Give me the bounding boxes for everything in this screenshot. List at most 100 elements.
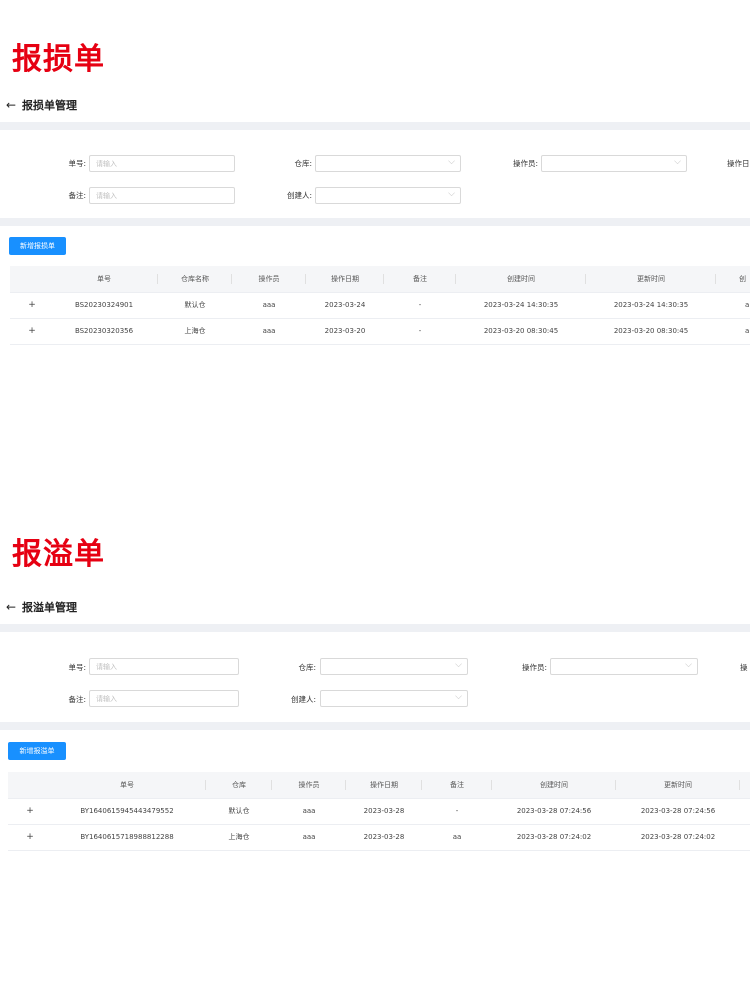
column-header: 更新时间 [586,266,716,292]
cell-operator: aaa [302,833,316,841]
column-header: 仓库名称 [158,266,232,292]
plus-icon[interactable]: + [20,798,40,824]
cell-remark: aa [452,833,462,841]
add-loss-order-button[interactable]: 新增报损单 [9,237,66,255]
cell-created-at: 2023-03-28 07:24:56 [516,807,592,815]
cell-warehouse: 上海仓 [228,833,250,841]
chevron-down-icon: ⌵ [455,660,462,670]
column-header: 单号 [50,266,158,292]
remark-input[interactable]: 请输入 [89,187,235,204]
cell-operation-date: 2023-03-20 [324,327,366,335]
order-no-placeholder: 请输入 [96,663,117,671]
creator-label: 创建人: [286,191,312,200]
page-header: ← 报损单管理 [6,97,77,113]
order-no-input[interactable]: 请输入 [89,658,239,675]
cell-operation-date: 2023-03-28 [363,807,405,815]
warehouse-label: 仓库: [294,159,312,168]
column-header: 操作员 [272,772,346,798]
section-title-baoyi: 报溢单 [12,537,105,572]
column-header: 创 [739,275,746,283]
back-arrow-icon[interactable]: ← [6,600,22,614]
warehouse-select[interactable]: ⌵ [315,155,461,172]
column-header: 更新时间 [616,772,740,798]
creator-select[interactable]: ⌵ [315,187,461,204]
order-no-input[interactable]: 请输入 [89,155,235,172]
page-title: 报损单管理 [22,99,77,112]
chevron-down-icon: ⌵ [455,692,462,702]
add-overflow-order-button[interactable]: 新增报溢单 [8,742,66,760]
cell-warehouse: 上海仓 [184,327,206,335]
chevron-down-icon: ⌵ [685,660,692,670]
column-header: 操作员 [232,266,306,292]
cell-operation-date: 2023-03-28 [363,833,405,841]
table-row[interactable]: + BY1640615718988812288 上海仓 aaa 2023-03-… [8,824,750,851]
operator-label: 操作员: [521,663,547,672]
column-header: 操作日期 [306,266,384,292]
cell-created-at: 2023-03-24 14:30:35 [483,301,559,309]
chevron-down-icon: ⌵ [448,157,455,167]
operation-date-label: 操 [740,663,748,672]
page-title: 报溢单管理 [22,601,77,614]
section-title-baosun: 报损单 [12,42,105,77]
divider-band [0,624,750,632]
column-header: 备注 [384,266,456,292]
column-header: 创建时间 [456,266,586,292]
operation-date-label-clip: 操 [740,662,750,674]
cell-updated-at: 2023-03-28 07:24:02 [640,833,716,841]
cell-created-at: 2023-03-20 08:30:45 [483,327,559,335]
table-header: 单号 仓库 操作员 操作日期 备注 创建时间 更新时间 [8,772,750,799]
operator-label: 操作员: [512,159,538,168]
creator-label: 创建人: [290,695,316,704]
cell-creator: a [745,301,750,309]
order-no-placeholder: 请输入 [96,160,117,168]
cell-order-no: BS20230320356 [74,327,134,335]
remark-placeholder: 请输入 [96,192,117,200]
cell-remark: - [418,301,422,309]
cell-updated-at: 2023-03-20 08:30:45 [613,327,689,335]
remark-label: 备注: [68,695,86,704]
page-header: ← 报溢单管理 [6,599,77,615]
cell-order-no: BY1640615718988812288 [80,833,174,841]
cell-operator: aaa [262,301,276,309]
plus-icon[interactable]: + [22,292,42,318]
remark-placeholder: 请输入 [96,695,117,703]
column-header: 备注 [422,772,492,798]
divider-band [0,722,750,730]
divider-band [0,218,750,226]
remark-input[interactable]: 请输入 [89,690,239,707]
table-row[interactable]: + BS20230324901 默认仓 aaa 2023-03-24 - 202… [10,292,750,319]
table-header: 单号 仓库名称 操作员 操作日期 备注 创建时间 更新时间 创 [10,266,750,293]
cell-warehouse: 默认仓 [228,807,250,815]
operator-select[interactable]: ⌵ [541,155,687,172]
plus-icon[interactable]: + [22,318,42,344]
chevron-down-icon: ⌵ [448,189,455,199]
order-no-label: 单号: [68,159,86,168]
cell-remark: - [418,327,422,335]
warehouse-select[interactable]: ⌵ [320,658,468,675]
cell-operator: aaa [262,327,276,335]
column-header: 创建时间 [492,772,616,798]
cell-remark: - [455,807,459,815]
back-arrow-icon[interactable]: ← [6,98,22,112]
column-header: 操作日期 [346,772,422,798]
cell-operator: aaa [302,807,316,815]
cell-warehouse: 默认仓 [184,301,206,309]
order-no-label: 单号: [68,663,86,672]
operation-date-label: 操作日 [727,159,750,168]
table-row[interactable]: + BY1640615945443479552 默认仓 aaa 2023-03-… [8,798,750,825]
chevron-down-icon: ⌵ [674,157,681,167]
divider-band [0,122,750,130]
remark-label: 备注: [68,191,86,200]
plus-icon[interactable]: + [20,824,40,850]
cell-operation-date: 2023-03-24 [324,301,366,309]
cell-updated-at: 2023-03-28 07:24:56 [640,807,716,815]
cell-created-at: 2023-03-28 07:24:02 [516,833,592,841]
column-header: 单号 [48,772,206,798]
creator-select[interactable]: ⌵ [320,690,468,707]
operator-select[interactable]: ⌵ [550,658,698,675]
table-row[interactable]: + BS20230320356 上海仓 aaa 2023-03-20 - 202… [10,318,750,345]
cell-order-no: BY1640615945443479552 [80,807,174,815]
warehouse-label: 仓库: [298,663,316,672]
cell-updated-at: 2023-03-24 14:30:35 [613,301,689,309]
cell-order-no: BS20230324901 [74,301,134,309]
